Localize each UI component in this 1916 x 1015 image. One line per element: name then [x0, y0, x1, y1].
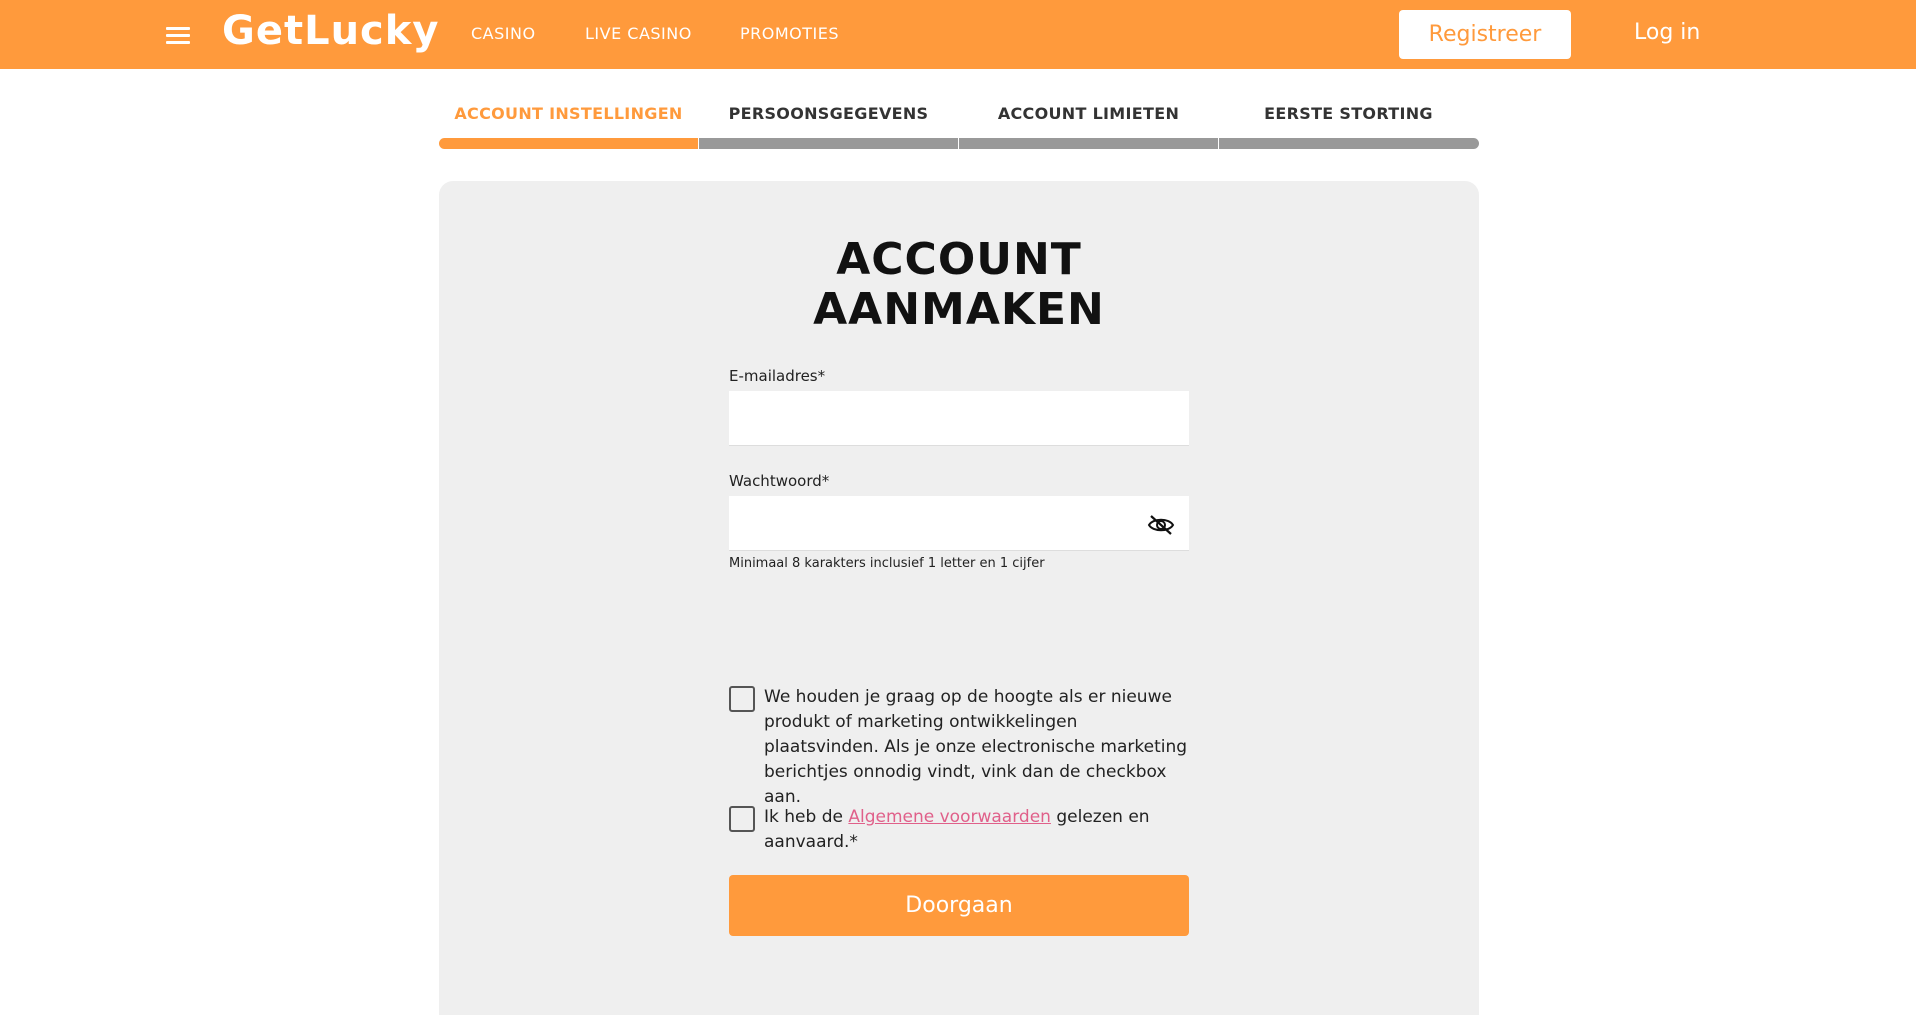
- step-progress-3: [959, 138, 1218, 149]
- step-persoonsgegevens[interactable]: PERSOONSGEGEVENS: [699, 104, 958, 123]
- hamburger-menu-icon[interactable]: [164, 24, 194, 46]
- register-button[interactable]: Registreer: [1399, 10, 1571, 59]
- marketing-checkbox[interactable]: [729, 686, 755, 712]
- login-link[interactable]: Log in: [1634, 20, 1700, 45]
- logo[interactable]: GetLucky: [222, 8, 439, 54]
- terms-checkbox[interactable]: [729, 806, 755, 832]
- terms-prefix: Ik heb de: [764, 807, 849, 827]
- page-title: ACCOUNT AANMAKEN: [439, 235, 1479, 335]
- terms-link[interactable]: Algemene voorwaarden: [848, 807, 1051, 827]
- step-progress-2: [699, 138, 958, 149]
- continue-button[interactable]: Doorgaan: [729, 875, 1189, 936]
- nav-casino[interactable]: CASINO: [471, 24, 536, 43]
- step-eerste-storting[interactable]: EERSTE STORTING: [1219, 104, 1478, 123]
- marketing-text: We houden je graag op de hoogte als er n…: [764, 687, 1188, 807]
- site-header: GetLucky CASINO LIVE CASINO PROMOTIES Re…: [0, 0, 1916, 69]
- step-account-instellingen[interactable]: ACCOUNT INSTELLINGEN: [439, 104, 698, 123]
- step-progress-4: [1219, 138, 1479, 149]
- terms-text: Ik heb de Algemene voorwaarden gelezen e…: [764, 805, 1194, 855]
- title-line-2: AANMAKEN: [813, 284, 1105, 335]
- eye-slash-icon[interactable]: [1147, 513, 1175, 537]
- password-field[interactable]: [729, 496, 1189, 551]
- email-field[interactable]: [729, 391, 1189, 446]
- step-progress-1: [439, 138, 698, 149]
- nav-promoties[interactable]: PROMOTIES: [740, 24, 839, 43]
- step-account-limieten[interactable]: ACCOUNT LIMIETEN: [959, 104, 1218, 123]
- email-label: E-mailadres*: [729, 367, 826, 385]
- password-hint: Minimaal 8 karakters inclusief 1 letter …: [729, 556, 1045, 571]
- password-label: Wachtwoord*: [729, 472, 830, 490]
- title-line-1: ACCOUNT: [836, 234, 1082, 285]
- registration-card: ACCOUNT AANMAKEN E-mailadres* Wachtwoord…: [439, 181, 1479, 1015]
- nav-live-casino[interactable]: LIVE CASINO: [585, 24, 692, 43]
